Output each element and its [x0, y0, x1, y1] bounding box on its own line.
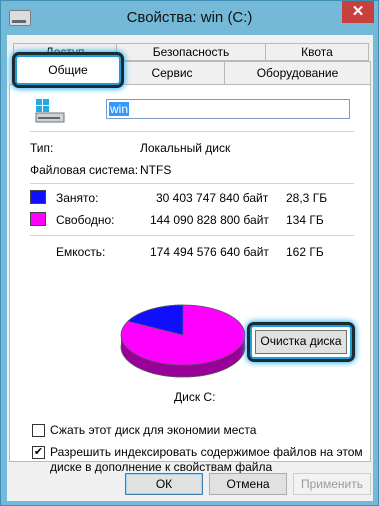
hard-drive-icon: [35, 99, 65, 123]
capacity-label: Емкость:: [56, 245, 106, 259]
divider: [30, 235, 354, 236]
tab-service[interactable]: Сервис: [119, 61, 225, 85]
disk-usage-pie-chart: [120, 304, 246, 378]
filesystem-label: Файловая система:: [30, 163, 139, 177]
divider: [30, 131, 354, 132]
disk-label: Диск C:: [174, 390, 216, 404]
close-button[interactable]: ✕: [342, 1, 374, 23]
ok-button[interactable]: ОК: [125, 473, 203, 495]
capacity-size: 162 ГБ: [286, 245, 324, 259]
index-checkbox[interactable]: ✔: [32, 446, 45, 459]
compress-label[interactable]: Сжать этот диск для экономии места: [50, 423, 256, 437]
window-title: Свойства: win (C:): [126, 9, 253, 26]
filesystem-value: NTFS: [140, 163, 172, 177]
free-bytes: 144 090 828 800 байт: [150, 213, 269, 227]
free-size: 134 ГБ: [286, 213, 324, 227]
cancel-button[interactable]: Отмена: [209, 473, 287, 495]
compress-checkbox[interactable]: [32, 424, 45, 437]
drive-name-value: win: [109, 102, 130, 116]
capacity-bytes: 174 494 576 640 байт: [150, 245, 269, 259]
free-color-swatch: [30, 212, 46, 226]
index-label-line1[interactable]: Разрешить индексировать содержимое файло…: [50, 445, 363, 459]
disk-cleanup-button-highlight[interactable]: Очистка диска: [250, 325, 352, 359]
used-bytes: 30 403 747 840 байт: [156, 191, 269, 205]
title-bar[interactable]: Свойства: win (C:) ✕: [1, 1, 378, 35]
tab-security[interactable]: Безопасность: [116, 43, 266, 61]
properties-window: Свойства: win (C:) ✕ Доступ Безопасность…: [0, 0, 379, 506]
apply-button[interactable]: Применить: [293, 473, 371, 495]
general-tab-panel: win Тип: Локальный диск Файловая система…: [9, 84, 371, 474]
divider: [30, 183, 354, 184]
disk-cleanup-button[interactable]: Очистка диска: [255, 330, 347, 354]
used-size: 28,3 ГБ: [286, 191, 328, 205]
used-label: Занято:: [56, 191, 99, 205]
type-label: Тип:: [30, 141, 54, 155]
dialog-body: Доступ Безопасность Квота Сервис Оборудо…: [7, 35, 373, 501]
free-label: Свободно:: [56, 213, 115, 227]
tab-general[interactable]: Общие: [15, 55, 121, 85]
tab-hardware[interactable]: Оборудование: [224, 61, 371, 85]
type-value: Локальный диск: [140, 141, 231, 155]
tab-quota[interactable]: Квота: [265, 43, 369, 61]
used-color-swatch: [30, 190, 46, 204]
drive-name-input[interactable]: win: [106, 99, 350, 119]
index-label-line2[interactable]: диске в дополнение к свойствам файла: [50, 460, 272, 474]
